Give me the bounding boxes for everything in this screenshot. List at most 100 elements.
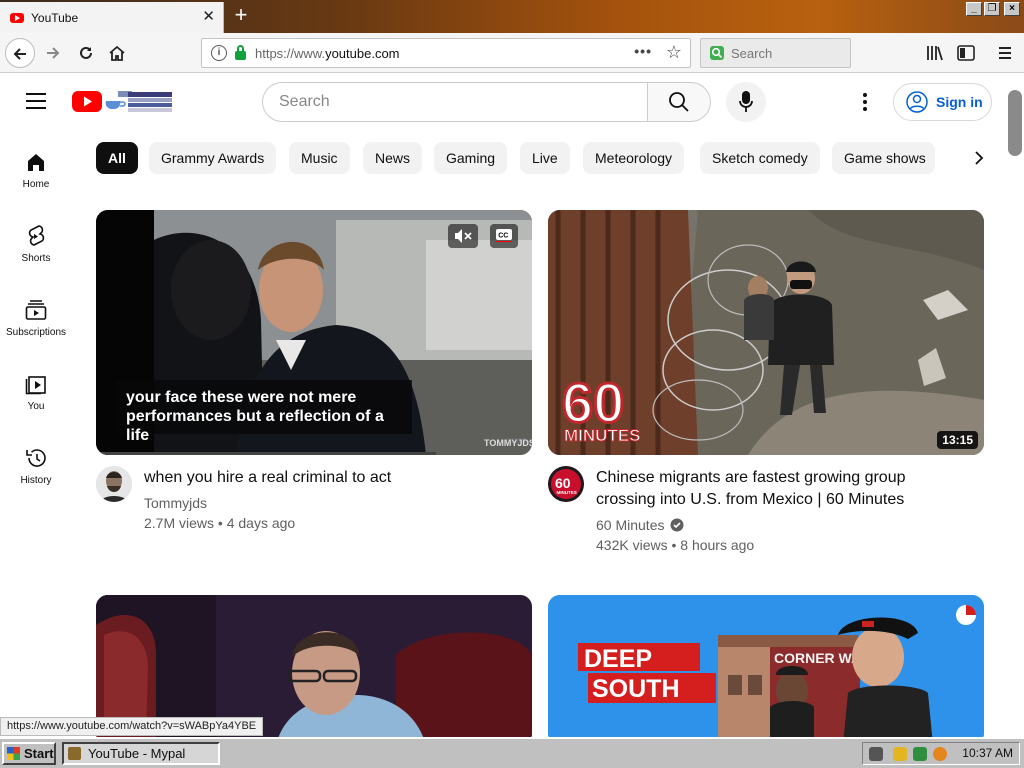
chip-all[interactable]: All [96, 142, 138, 174]
site-info-icon[interactable]: i [211, 45, 227, 61]
svg-text:MINUTES: MINUTES [557, 490, 577, 495]
forward-arrow-icon [47, 47, 60, 59]
security-shield-icon[interactable] [893, 747, 907, 761]
deep-south-badge-line2: SOUTH [592, 675, 680, 703]
chip-meteorology[interactable]: Meteorology [583, 142, 685, 174]
restore-window-button[interactable]: ❐ [984, 2, 1000, 16]
start-button[interactable]: Start [2, 742, 56, 765]
forward-button[interactable] [38, 38, 68, 68]
closed-captions-icon: CC [496, 229, 512, 243]
secure-lock-icon [235, 44, 246, 60]
history-icon [26, 449, 46, 467]
home-icon [28, 154, 44, 171]
captions-button[interactable]: CC [490, 224, 518, 248]
sidebar-item-label: You [27, 401, 45, 412]
sidebar-item-you[interactable]: You [0, 373, 72, 412]
reload-icon [80, 46, 92, 59]
sixty-minutes-logo-number: 60 [562, 371, 624, 434]
youtube-favicon-icon [10, 12, 24, 23]
chip-game-shows[interactable]: Game shows [832, 142, 935, 174]
microphone-icon [739, 91, 753, 112]
back-arrow-icon [13, 48, 26, 60]
sign-in-button[interactable]: Sign in [893, 83, 992, 121]
avatar-portrait [96, 466, 132, 502]
minimize-window-button[interactable]: _ [966, 2, 982, 16]
chip-fade [947, 142, 967, 174]
corner-store-sign: CORNER WA [774, 650, 861, 666]
youtube-search-button[interactable] [647, 82, 711, 122]
search-tray-icon[interactable] [933, 747, 947, 761]
home-button[interactable] [102, 38, 132, 68]
svg-text:60: 60 [555, 475, 571, 491]
chip-grammy-awards[interactable]: Grammy Awards [149, 142, 277, 174]
system-tray: 10:37 AM [862, 742, 1020, 765]
video-title-1[interactable]: when you hire a real criminal to act [144, 467, 391, 489]
sidebar-item-label: Subscriptions [5, 327, 67, 338]
video-thumbnail-4[interactable]: CORNER WA DEEP SOUTH [548, 595, 984, 745]
browser-tab-strip: YouTube ✕ + _ ❐ × [0, 0, 1024, 33]
muted-volume-icon [455, 229, 472, 243]
guide-menu-button[interactable] [26, 93, 46, 109]
browser-search-placeholder: Search [731, 45, 773, 61]
mute-button[interactable] [448, 224, 478, 248]
chip-sketch-comedy[interactable]: Sketch comedy [700, 142, 820, 174]
page-actions-icon[interactable]: ••• [634, 43, 652, 59]
hamburger-menu-icon[interactable] [997, 45, 1013, 61]
sidebar-item-history[interactable]: History [0, 447, 72, 486]
channel-avatar-tommyjds[interactable] [96, 466, 132, 502]
back-button[interactable] [5, 38, 35, 68]
reload-button[interactable] [71, 38, 101, 68]
browser-tab-youtube[interactable]: YouTube ✕ [0, 2, 224, 33]
clock: 10:37 AM [962, 746, 1013, 760]
address-text: https://www.youtube.com [255, 45, 400, 61]
sixty-minutes-avatar-icon: 60MINUTES [548, 466, 584, 502]
sidebar-toggle-icon[interactable] [957, 45, 975, 61]
sidebar-item-shorts[interactable]: Shorts [0, 225, 72, 264]
tab-close-icon[interactable]: ✕ [202, 9, 215, 25]
svg-text:CC: CC [498, 233, 508, 240]
os-taskbar: Start YouTube - Mypal 10:37 AM [0, 737, 1024, 768]
page-scrollbar-thumb[interactable] [1008, 90, 1022, 156]
video-watermark: TOMMYJDS [484, 438, 532, 448]
network-icon[interactable] [913, 747, 927, 761]
channel-name-2[interactable]: 60 Minutes [596, 517, 684, 533]
shorts-icon [28, 225, 45, 246]
video-meta-2: 432K views • 8 hours ago [596, 537, 755, 553]
address-bar[interactable]: i https://www.youtube.com ••• ☆ [201, 38, 691, 68]
status-link-preview: https://www.youtube.com/watch?v=sWABpYa4… [0, 717, 264, 736]
chevron-right-icon[interactable] [966, 146, 990, 170]
account-circle-icon [906, 91, 928, 113]
browser-home-icon [109, 45, 125, 61]
video-title-2[interactable]: Chinese migrants are fastest growing gro… [596, 467, 906, 511]
close-window-button[interactable]: × [1004, 2, 1020, 16]
sidebar-item-home[interactable]: Home [0, 151, 72, 190]
youtube-logo-icon[interactable] [72, 89, 182, 113]
sixty-minutes-logo-word: MINUTES [564, 426, 641, 445]
sidebar-item-label: History [20, 475, 52, 486]
browser-search-box[interactable]: Search [700, 38, 851, 68]
channel-avatar-60-minutes[interactable]: 60 MINUTES [548, 466, 584, 502]
youtube-search-input[interactable]: Search [262, 82, 648, 122]
search-icon [669, 92, 689, 112]
chip-gaming[interactable]: Gaming [434, 142, 508, 174]
library-icon[interactable] [926, 45, 944, 61]
search-engine-icon [710, 46, 724, 60]
sidebar-item-label: Shorts [21, 253, 51, 264]
sidebar-item-label: Home [22, 179, 50, 190]
taskbar-item-mypal[interactable]: YouTube - Mypal [62, 742, 220, 765]
sidebar-item-subscriptions[interactable]: Subscriptions [0, 299, 72, 338]
video-preview-frame: 60 MINUTES [548, 210, 984, 455]
chip-news[interactable]: News [363, 142, 423, 174]
you-icon [25, 376, 46, 395]
browser-nav-bar: i https://www.youtube.com ••• ☆ Search [0, 33, 1024, 73]
video-thumbnail-2[interactable]: 60 MINUTES 13:15 [548, 210, 984, 455]
chip-music[interactable]: Music [289, 142, 350, 174]
new-tab-button[interactable]: + [230, 4, 252, 28]
bookmark-star-icon[interactable]: ☆ [666, 42, 682, 63]
chip-live[interactable]: Live [520, 142, 570, 174]
voice-search-button[interactable] [726, 82, 766, 122]
channel-name-1[interactable]: Tommyjds [144, 495, 207, 511]
sign-in-label: Sign in [936, 94, 983, 110]
settings-more-button[interactable] [858, 90, 872, 114]
keyboard-icon[interactable] [869, 747, 883, 761]
